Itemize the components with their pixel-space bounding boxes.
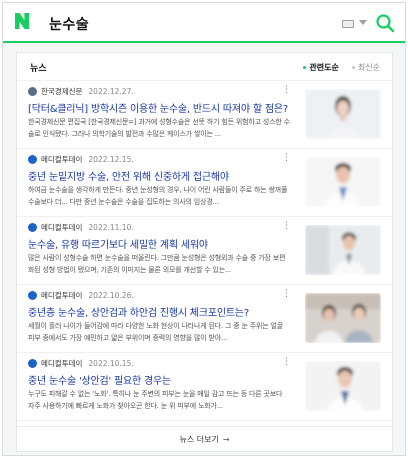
press-logo-icon[interactable] bbox=[28, 223, 37, 232]
press-name[interactable]: 한국경제신문 bbox=[41, 87, 82, 96]
press-info: 메디컬투데이 2022.11.10. bbox=[28, 222, 134, 234]
news-summary[interactable]: 누구도 피해갈 수 없는 '노화'. 특히나 눈 주변의 피부는 눈을 매일 감… bbox=[28, 388, 290, 412]
news-summary[interactable]: 한국경제신문 편집국 [한국경제신문=] 과거에 성형수술은 선뜻 하기 힘든 … bbox=[28, 116, 290, 140]
news-headline[interactable]: 중년층 눈수술, 상안검과 하안검 진행시 체크포인트는? bbox=[28, 304, 298, 319]
news-thumbnail[interactable] bbox=[305, 225, 381, 275]
article-date: 2022.10.15. bbox=[88, 359, 134, 368]
news-item: 메디컬투데이 2022.11.10. ⋮ 눈수술, 유행 따르기보다 세밀한 계획… bbox=[17, 217, 392, 285]
news-headline[interactable]: 눈수술, 유행 따르기보다 세밀한 계획 세워야 bbox=[28, 236, 298, 251]
chevron-down-icon[interactable] bbox=[359, 20, 367, 25]
press-logo-icon[interactable] bbox=[28, 291, 37, 300]
sort-relevance[interactable]: 관련도순 bbox=[309, 63, 338, 72]
more-options-icon[interactable]: ⋮ bbox=[282, 220, 291, 232]
naver-logo-icon[interactable] bbox=[15, 13, 29, 29]
news-headline[interactable]: 중년 눈수술 '상안검' 필요한 경우는 bbox=[28, 372, 298, 387]
sort-options: 관련도순 최신순 bbox=[303, 62, 380, 73]
press-info: 한국경제신문 2022.12.27. bbox=[28, 86, 134, 98]
press-name[interactable]: 메디컬투데이 bbox=[41, 359, 82, 368]
more-options-icon[interactable]: ⋮ bbox=[282, 152, 291, 164]
search-icon[interactable] bbox=[375, 13, 395, 33]
news-summary[interactable]: 하여금 눈수술을 생각하게 만든다. 중년 눈성형의 경우, 나이 어린 사람들… bbox=[28, 184, 290, 208]
article-date: 2022.12.27. bbox=[88, 87, 134, 96]
unselected-dot-icon bbox=[351, 66, 355, 69]
more-options-icon[interactable]: ⋮ bbox=[282, 288, 291, 300]
news-headline[interactable]: [닥터&클리닉] 방학시즌 이용한 눈수술, 반드시 따져야 할 점은? bbox=[28, 100, 298, 115]
news-item: 메디컬투데이 2022.10.15. ⋮ 중년 눈수술 '상안검' 필요한 경우는… bbox=[17, 353, 392, 421]
search-bar: 눈수술 bbox=[3, 3, 405, 43]
more-options-icon[interactable]: ⋮ bbox=[282, 356, 291, 368]
press-logo-icon[interactable] bbox=[28, 155, 37, 164]
press-info: 메디컬투데이 2022.10.15. bbox=[28, 358, 134, 370]
sort-latest[interactable]: 최신순 bbox=[358, 63, 380, 72]
news-headline[interactable]: 중년 눈밑지방 수술, 안전 위해 신중하게 접근해야 bbox=[28, 168, 298, 183]
search-result-frame: 눈수술 뉴스 관련도순 최신순 한국경제신문 2022.12.27. ⋮ [닥터&… bbox=[2, 2, 406, 456]
news-thumbnail[interactable] bbox=[305, 361, 381, 411]
article-date: 2022.12.15. bbox=[88, 155, 134, 164]
news-thumbnail[interactable] bbox=[305, 293, 381, 343]
press-info: 메디컬투데이 2022.12.15. bbox=[28, 154, 134, 166]
news-section: 뉴스 관련도순 최신순 한국경제신문 2022.12.27. ⋮ [닥터&클리닉]… bbox=[16, 52, 393, 452]
news-item: 메디컬투데이 2022.12.15. ⋮ 중년 눈밑지방 수술, 안전 위해 신중… bbox=[17, 149, 392, 217]
article-date: 2022.11.10. bbox=[88, 223, 134, 232]
news-item: 한국경제신문 2022.12.27. ⋮ [닥터&클리닉] 방학시즌 이용한 눈수… bbox=[17, 81, 392, 149]
article-date: 2022.10.26. bbox=[88, 291, 134, 300]
search-query[interactable]: 눈수술 bbox=[49, 14, 89, 34]
news-thumbnail[interactable] bbox=[305, 89, 381, 139]
more-news-label: 뉴스 더보기 bbox=[179, 435, 219, 444]
selected-dot-icon bbox=[303, 66, 307, 69]
press-name[interactable]: 메디컬투데이 bbox=[41, 155, 82, 164]
arrow-right-icon: → bbox=[222, 435, 230, 444]
press-info: 메디컬투데이 2022.10.26. bbox=[28, 290, 134, 302]
news-item: 메디컬투데이 2022.10.26. ⋮ 중년층 눈수술, 상안검과 하안검 진행… bbox=[17, 285, 392, 353]
news-section-title: 뉴스 bbox=[30, 64, 47, 74]
press-name[interactable]: 메디컬투데이 bbox=[41, 223, 82, 232]
news-section-header: 뉴스 관련도순 최신순 bbox=[17, 53, 392, 81]
news-summary[interactable]: 세월이 흘러 나이가 들어감에 따라 다양한 노화 현상이 나타나게 된다. 그… bbox=[28, 320, 290, 344]
news-thumbnail[interactable] bbox=[305, 157, 381, 207]
press-name[interactable]: 메디컬투데이 bbox=[41, 291, 82, 300]
press-logo-icon[interactable] bbox=[28, 87, 37, 96]
more-options-icon[interactable]: ⋮ bbox=[282, 84, 291, 96]
keyboard-icon[interactable] bbox=[342, 20, 354, 28]
news-summary[interactable]: 많은 사람이 성형수술 하면 눈수술을 떠올린다. 그만큼 눈성형은 성형외과 … bbox=[28, 252, 290, 276]
more-news-button[interactable]: 뉴스 더보기 → bbox=[17, 426, 392, 452]
press-logo-icon[interactable] bbox=[28, 359, 37, 368]
